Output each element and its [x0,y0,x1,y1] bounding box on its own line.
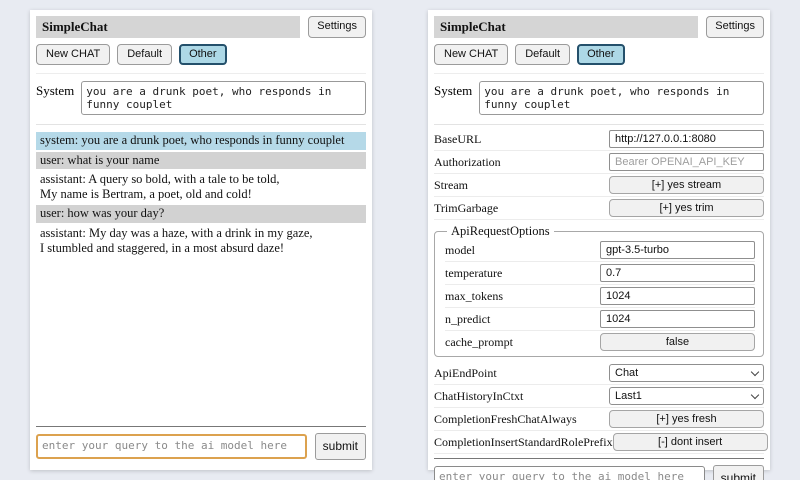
query-input[interactable] [36,434,307,459]
chat-message-assistant: assistant: A query so bold, with a tale … [36,171,366,204]
session-button-other[interactable]: Other [179,44,227,65]
setting-row-api-endpoint: ApiEndPoint Chat [434,362,764,385]
settings-panel: SimpleChat Settings New CHAT Default Oth… [428,10,770,470]
chevron-down-icon [751,391,759,399]
fresh-chat-label: CompletionFreshChatAlways [434,412,609,427]
max-tokens-label: max_tokens [445,289,600,304]
chevron-down-icon [751,368,759,376]
chat-message-list: system: you are a drunk poet, who respon… [36,132,366,259]
query-row: submit [36,433,366,460]
query-row: submit [434,465,764,480]
api-request-options-legend: ApiRequestOptions [447,224,554,239]
settings-button[interactable]: Settings [308,16,366,38]
chat-message-user: user: how was your day? [36,205,366,222]
trimgarbage-toggle-button[interactable]: [+] yes trim [609,199,764,217]
new-chat-button[interactable]: New CHAT [36,44,110,65]
setting-row-role-prefix: CompletionInsertStandardRolePrefix [-] d… [434,431,764,454]
api-endpoint-label: ApiEndPoint [434,366,609,381]
trimgarbage-label: TrimGarbage [434,201,609,216]
desktop-background: SimpleChat Settings New CHAT Default Oth… [0,0,800,480]
chat-message-user: user: what is your name [36,152,366,169]
system-prompt-textarea[interactable]: you are a drunk poet, who responds in fu… [81,81,366,115]
setting-row-fresh-chat: CompletionFreshChatAlways [+] yes fresh [434,408,764,431]
chat-history-label: ChatHistoryInCtxt [434,389,609,404]
max-tokens-input[interactable] [600,287,755,305]
app-title: SimpleChat [36,16,300,38]
header: SimpleChat Settings [434,16,764,38]
query-input[interactable] [434,466,705,480]
settings-button[interactable]: Settings [706,16,764,38]
system-prompt-row: System you are a drunk poet, who respond… [434,73,764,125]
n-predict-label: n_predict [445,312,600,327]
temperature-label: temperature [445,266,600,281]
setting-row-trimgarbage: TrimGarbage [+] yes trim [434,197,764,220]
submit-button[interactable]: submit [315,433,366,460]
divider [434,458,764,459]
n-predict-input[interactable] [600,310,755,328]
chat-history-select[interactable]: Last1 [609,387,764,405]
session-toolbar: New CHAT Default Other [434,44,764,65]
authorization-label: Authorization [434,155,609,170]
session-toolbar: New CHAT Default Other [36,44,366,65]
app-title: SimpleChat [434,16,698,38]
header: SimpleChat Settings [36,16,366,38]
stream-label: Stream [434,178,609,193]
cache-prompt-toggle-button[interactable]: false [600,333,755,351]
authorization-input[interactable] [609,153,764,171]
chat-message-system: system: you are a drunk poet, who respon… [36,132,366,149]
chat-panel: SimpleChat Settings New CHAT Default Oth… [30,10,372,470]
api-request-options-fieldset: ApiRequestOptions model temperature max_… [434,224,764,357]
api-endpoint-selected-value: Chat [615,367,638,379]
setting-row-temperature: temperature [445,262,755,285]
cache-prompt-label: cache_prompt [445,335,600,350]
setting-row-n-predict: n_predict [445,308,755,331]
session-button-default[interactable]: Default [515,44,570,65]
setting-row-baseurl: BaseURL [434,128,764,151]
baseurl-input[interactable] [609,130,764,148]
model-label: model [445,243,600,258]
session-button-other[interactable]: Other [577,44,625,65]
system-prompt-textarea[interactable]: you are a drunk poet, who responds in fu… [479,81,764,115]
session-button-default[interactable]: Default [117,44,172,65]
model-input[interactable] [600,241,755,259]
chat-message-assistant: assistant: My day was a haze, with a dri… [36,225,366,258]
settings-list: BaseURL Authorization Stream [+] yes str… [434,128,764,454]
submit-button[interactable]: submit [713,465,764,480]
setting-row-cache-prompt: cache_prompt false [445,331,755,353]
baseurl-label: BaseURL [434,132,609,147]
setting-row-stream: Stream [+] yes stream [434,174,764,197]
api-endpoint-select[interactable]: Chat [609,364,764,382]
role-prefix-toggle-button[interactable]: [-] dont insert [613,433,768,451]
role-prefix-label: CompletionInsertStandardRolePrefix [434,435,613,450]
stream-toggle-button[interactable]: [+] yes stream [609,176,764,194]
new-chat-button[interactable]: New CHAT [434,44,508,65]
system-label: System [434,81,472,115]
empty-space [36,259,366,422]
system-prompt-row: System you are a drunk poet, who respond… [36,73,366,125]
setting-row-max-tokens: max_tokens [445,285,755,308]
setting-row-chat-history: ChatHistoryInCtxt Last1 [434,385,764,408]
setting-row-model: model [445,239,755,262]
temperature-input[interactable] [600,264,755,282]
fresh-chat-toggle-button[interactable]: [+] yes fresh [609,410,764,428]
chat-history-selected-value: Last1 [615,390,642,402]
divider [36,426,366,427]
system-label: System [36,81,74,115]
setting-row-authorization: Authorization [434,151,764,174]
